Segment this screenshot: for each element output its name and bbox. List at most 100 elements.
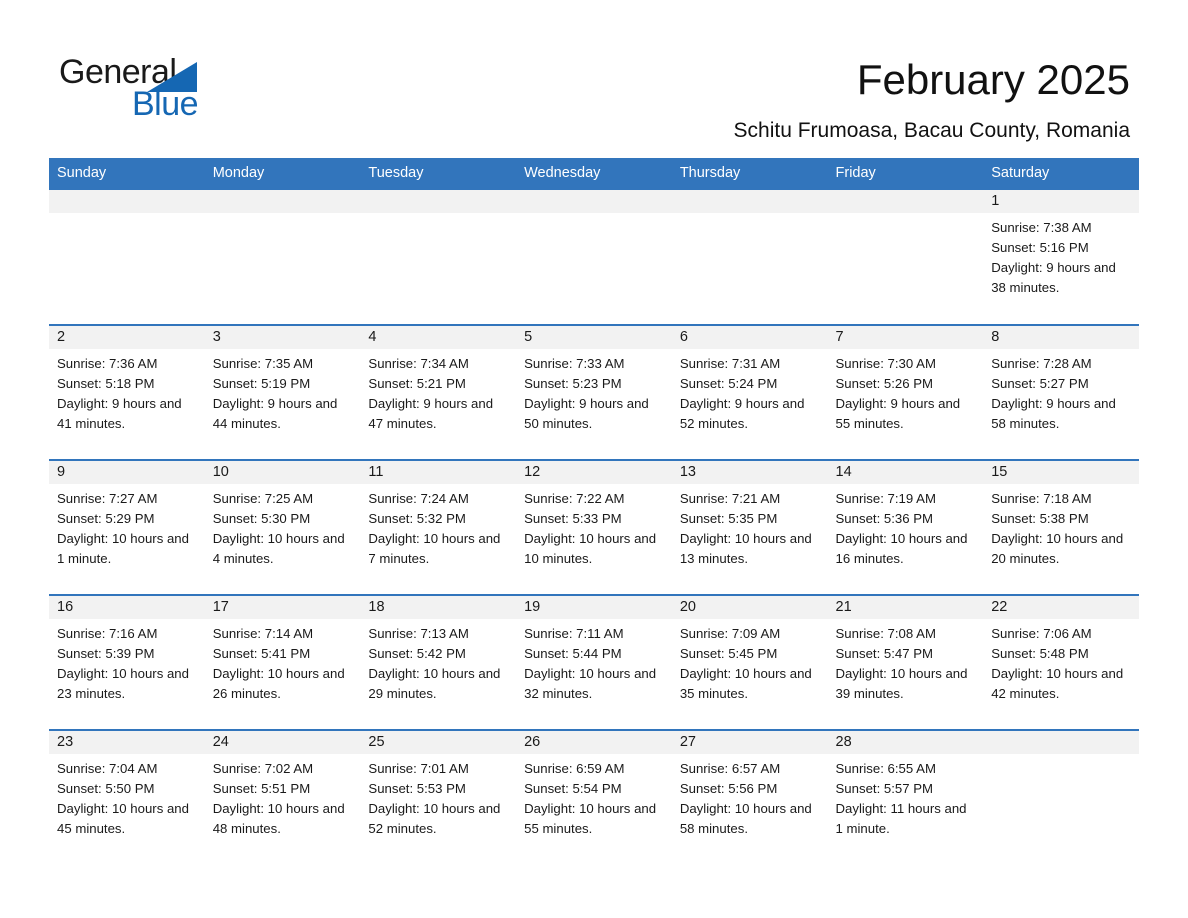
day-cell[interactable]: 26 Sunrise: 6:59 AM Sunset: 5:54 PM Dayl… — [516, 729, 672, 864]
day-cell[interactable]: 9 Sunrise: 7:27 AM Sunset: 5:29 PM Dayli… — [49, 459, 205, 595]
weekday-header-friday: Friday — [827, 158, 984, 189]
sunrise-text: Sunrise: 7:35 AM — [212, 356, 314, 371]
day-cell[interactable] — [671, 188, 828, 325]
day-cell[interactable]: 14 Sunrise: 7:19 AM Sunset: 5:36 PM Dayl… — [827, 459, 984, 595]
daylight-text: Daylight: 10 hours and 20 minutes. — [991, 531, 1124, 566]
day-cell[interactable]: 7 Sunrise: 7:30 AM Sunset: 5:26 PM Dayli… — [827, 324, 984, 460]
day-number: 12 — [516, 461, 672, 484]
day-details: Sunrise: 7:31 AM Sunset: 5:24 PM Dayligh… — [672, 349, 828, 434]
day-cell[interactable]: 17 Sunrise: 7:14 AM Sunset: 5:41 PM Dayl… — [204, 594, 361, 730]
day-details — [516, 213, 672, 218]
daylight-text: Daylight: 10 hours and 7 minutes. — [368, 531, 501, 566]
day-number: 23 — [49, 731, 205, 754]
sunrise-text: Sunrise: 7:24 AM — [368, 491, 469, 506]
day-details: Sunrise: 6:57 AM Sunset: 5:56 PM Dayligh… — [672, 754, 828, 839]
day-cell[interactable]: 23 Sunrise: 7:04 AM Sunset: 5:50 PM Dayl… — [49, 729, 205, 864]
daylight-text: Daylight: 9 hours and 55 minutes. — [835, 396, 961, 431]
daylight-text: Daylight: 10 hours and 52 minutes. — [368, 801, 501, 836]
day-details: Sunrise: 7:02 AM Sunset: 5:51 PM Dayligh… — [205, 754, 361, 839]
day-cell[interactable]: 5 Sunrise: 7:33 AM Sunset: 5:23 PM Dayli… — [516, 324, 672, 460]
day-cell[interactable]: 4 Sunrise: 7:34 AM Sunset: 5:21 PM Dayli… — [360, 324, 517, 460]
day-cell[interactable]: 12 Sunrise: 7:22 AM Sunset: 5:33 PM Dayl… — [516, 459, 672, 595]
sunrise-text: Sunrise: 7:01 AM — [368, 761, 469, 776]
day-cell[interactable]: 15 Sunrise: 7:18 AM Sunset: 5:38 PM Dayl… — [983, 459, 1139, 595]
sunset-text: Sunset: 5:26 PM — [835, 376, 934, 391]
day-number: 1 — [983, 190, 1139, 213]
sunset-text: Sunset: 5:56 PM — [679, 781, 778, 796]
day-number: 21 — [827, 596, 984, 619]
sunset-text: Sunset: 5:42 PM — [368, 646, 466, 661]
sunrise-text: Sunrise: 7:28 AM — [991, 356, 1092, 371]
day-cell[interactable]: 27 Sunrise: 6:57 AM Sunset: 5:56 PM Dayl… — [671, 729, 828, 864]
general-blue-logo[interactable]: General Blue — [59, 52, 259, 123]
day-cell[interactable]: 24 Sunrise: 7:02 AM Sunset: 5:51 PM Dayl… — [204, 729, 361, 864]
sunrise-text: Sunrise: 7:36 AM — [57, 356, 158, 371]
sunset-text: Sunset: 5:21 PM — [368, 376, 466, 391]
day-number: 11 — [360, 461, 517, 484]
daylight-text: Daylight: 10 hours and 4 minutes. — [212, 531, 345, 566]
day-cell[interactable]: 1 Sunrise: 7:38 AM Sunset: 5:16 PM Dayli… — [983, 188, 1139, 325]
day-cell[interactable]: 28 Sunrise: 6:55 AM Sunset: 5:57 PM Dayl… — [827, 729, 984, 864]
day-cell[interactable]: 2 Sunrise: 7:36 AM Sunset: 5:18 PM Dayli… — [49, 324, 205, 460]
day-cell[interactable] — [827, 188, 984, 325]
day-cell[interactable]: 18 Sunrise: 7:13 AM Sunset: 5:42 PM Dayl… — [360, 594, 517, 730]
sunrise-text: Sunrise: 7:18 AM — [991, 491, 1092, 506]
day-cell[interactable]: 20 Sunrise: 7:09 AM Sunset: 5:45 PM Dayl… — [671, 594, 828, 730]
day-cell[interactable]: 16 Sunrise: 7:16 AM Sunset: 5:39 PM Dayl… — [49, 594, 205, 730]
day-cell[interactable]: 13 Sunrise: 7:21 AM Sunset: 5:35 PM Dayl… — [671, 459, 828, 595]
day-number — [360, 190, 517, 213]
sunset-text: Sunset: 5:53 PM — [368, 781, 466, 796]
day-number: 5 — [516, 326, 672, 349]
weekday-header-row: Sunday Monday Tuesday Wednesday Thursday… — [49, 158, 1139, 189]
day-number: 20 — [671, 596, 828, 619]
daylight-text: Daylight: 10 hours and 16 minutes. — [835, 531, 968, 566]
daylight-text: Daylight: 10 hours and 35 minutes. — [679, 666, 812, 701]
day-number: 28 — [827, 731, 984, 754]
day-details — [205, 213, 361, 218]
day-cell[interactable]: 6 Sunrise: 7:31 AM Sunset: 5:24 PM Dayli… — [671, 324, 828, 460]
day-cell[interactable]: 21 Sunrise: 7:08 AM Sunset: 5:47 PM Dayl… — [827, 594, 984, 730]
day-details: Sunrise: 7:06 AM Sunset: 5:48 PM Dayligh… — [983, 619, 1139, 704]
day-details: Sunrise: 7:19 AM Sunset: 5:36 PM Dayligh… — [828, 484, 984, 569]
day-cell[interactable]: 3 Sunrise: 7:35 AM Sunset: 5:19 PM Dayli… — [204, 324, 361, 460]
sunset-text: Sunset: 5:45 PM — [679, 646, 778, 661]
day-details: Sunrise: 7:14 AM Sunset: 5:41 PM Dayligh… — [205, 619, 361, 704]
day-number: 2 — [49, 326, 205, 349]
day-details: Sunrise: 7:16 AM Sunset: 5:39 PM Dayligh… — [49, 619, 205, 704]
day-cell[interactable]: 8 Sunrise: 7:28 AM Sunset: 5:27 PM Dayli… — [983, 324, 1139, 460]
sunrise-text: Sunrise: 7:13 AM — [368, 626, 469, 641]
daylight-text: Daylight: 9 hours and 58 minutes. — [991, 396, 1116, 431]
day-details: Sunrise: 7:11 AM Sunset: 5:44 PM Dayligh… — [516, 619, 672, 704]
day-cell[interactable]: 25 Sunrise: 7:01 AM Sunset: 5:53 PM Dayl… — [360, 729, 517, 864]
sunrise-text: Sunrise: 7:19 AM — [835, 491, 936, 506]
day-cell[interactable]: 19 Sunrise: 7:11 AM Sunset: 5:44 PM Dayl… — [516, 594, 672, 730]
day-number — [516, 190, 672, 213]
day-number — [671, 190, 828, 213]
day-cell[interactable] — [49, 188, 205, 325]
day-number: 7 — [827, 326, 984, 349]
day-details: Sunrise: 7:28 AM Sunset: 5:27 PM Dayligh… — [983, 349, 1139, 434]
daylight-text: Daylight: 9 hours and 47 minutes. — [368, 396, 494, 431]
day-cell[interactable] — [983, 729, 1139, 864]
day-cell[interactable]: 11 Sunrise: 7:24 AM Sunset: 5:32 PM Dayl… — [360, 459, 517, 595]
daylight-text: Daylight: 10 hours and 13 minutes. — [679, 531, 812, 566]
daylight-text: Daylight: 10 hours and 58 minutes. — [679, 801, 812, 836]
sunrise-text: Sunrise: 7:34 AM — [368, 356, 469, 371]
sunrise-text: Sunrise: 7:08 AM — [835, 626, 936, 641]
daylight-text: Daylight: 9 hours and 41 minutes. — [57, 396, 182, 431]
daylight-text: Daylight: 9 hours and 50 minutes. — [524, 396, 649, 431]
day-cell[interactable]: 10 Sunrise: 7:25 AM Sunset: 5:30 PM Dayl… — [204, 459, 361, 595]
sunrise-text: Sunrise: 6:57 AM — [679, 761, 781, 776]
day-cell[interactable] — [516, 188, 672, 325]
day-number: 15 — [983, 461, 1139, 484]
day-details: Sunrise: 7:38 AM Sunset: 5:16 PM Dayligh… — [983, 213, 1139, 298]
day-details: Sunrise: 7:33 AM Sunset: 5:23 PM Dayligh… — [516, 349, 672, 434]
day-number: 25 — [360, 731, 517, 754]
day-cell[interactable] — [360, 188, 517, 325]
day-cell[interactable] — [204, 188, 361, 325]
sunrise-text: Sunrise: 7:31 AM — [679, 356, 781, 371]
day-number: 9 — [49, 461, 205, 484]
daylight-text: Daylight: 10 hours and 55 minutes. — [524, 801, 657, 836]
daylight-text: Daylight: 11 hours and 1 minute. — [835, 801, 967, 836]
day-cell[interactable]: 22 Sunrise: 7:06 AM Sunset: 5:48 PM Dayl… — [983, 594, 1139, 730]
